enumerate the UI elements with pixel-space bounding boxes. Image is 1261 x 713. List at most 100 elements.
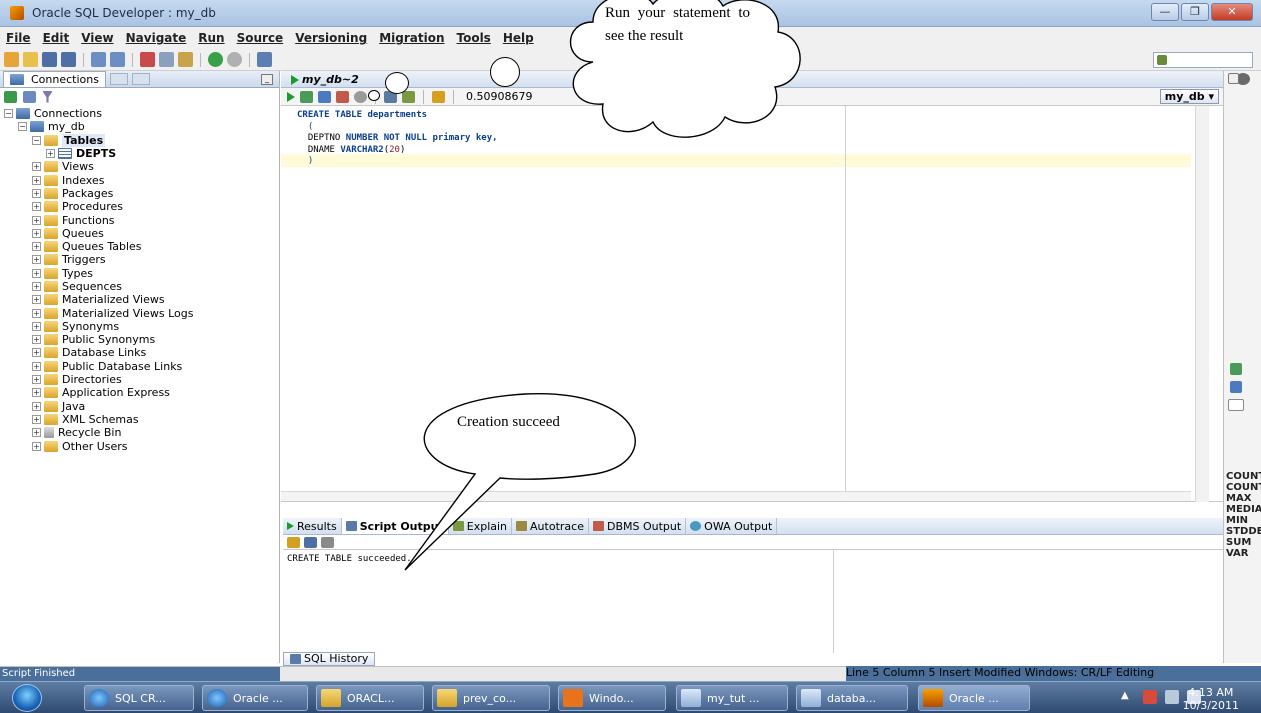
action-center-icon[interactable]: [1143, 690, 1157, 704]
menu-tools[interactable]: Tools: [456, 31, 490, 45]
taskbar-item[interactable]: databa...: [796, 685, 908, 711]
tab-connections[interactable]: Connections: [3, 71, 106, 87]
editor-vertical-scrollbar[interactable]: [1195, 106, 1209, 502]
forward-icon[interactable]: [227, 52, 242, 67]
category-dropdown-icon[interactable]: [1228, 399, 1244, 411]
tree-node[interactable]: − my_db: [0, 120, 279, 133]
editor-splitter[interactable]: [845, 106, 846, 502]
function-item[interactable]: MIN: [1226, 515, 1261, 526]
dock-menu-icon[interactable]: [1228, 73, 1239, 84]
tree-node[interactable]: + Types: [0, 267, 279, 280]
tree-node[interactable]: + Procedures: [0, 200, 279, 213]
expand-toggle-icon[interactable]: +: [32, 414, 41, 424]
taskbar-item-active[interactable]: Oracle ...: [918, 685, 1030, 711]
tab-worksheet[interactable]: my_db~2: [285, 72, 365, 87]
new-icon[interactable]: [4, 52, 19, 67]
expand-toggle-icon[interactable]: +: [32, 348, 41, 358]
tree-node[interactable]: + Packages: [0, 187, 279, 200]
tree-node[interactable]: + DEPTS: [0, 147, 279, 160]
tray-expand-icon[interactable]: ▲: [1121, 690, 1135, 704]
function-item[interactable]: MEDIAN: [1226, 504, 1261, 515]
expand-toggle-icon[interactable]: +: [32, 388, 41, 398]
undo-icon[interactable]: [91, 52, 106, 67]
expand-toggle-icon[interactable]: +: [32, 282, 41, 291]
paste-icon[interactable]: [178, 52, 193, 67]
rollback-icon[interactable]: [336, 90, 349, 103]
function-item[interactable]: VAR: [1226, 548, 1261, 559]
filter-icon[interactable]: [42, 90, 53, 103]
expand-toggle-icon[interactable]: +: [32, 428, 41, 438]
expand-toggle-icon[interactable]: +: [32, 268, 41, 278]
tree-node[interactable]: + Application Express: [0, 386, 279, 399]
menu-versioning[interactable]: Versioning: [295, 31, 367, 45]
expand-toggle-icon[interactable]: +: [32, 321, 41, 331]
back-icon[interactable]: [208, 52, 223, 67]
expand-toggle-icon[interactable]: −: [4, 109, 13, 119]
add-connection-icon[interactable]: [4, 90, 17, 103]
tree-node[interactable]: + Sequences: [0, 280, 279, 293]
taskbar-item[interactable]: my_tut ...: [676, 685, 788, 711]
tree-node[interactable]: + Other Users: [0, 439, 279, 453]
save-all-icon[interactable]: [61, 52, 76, 67]
clear-output-icon[interactable]: [287, 536, 300, 548]
tree-node[interactable]: + Java: [0, 400, 279, 413]
expand-toggle-icon[interactable]: +: [32, 295, 41, 305]
taskbar-item[interactable]: Windo...: [558, 685, 666, 711]
expand-toggle-icon[interactable]: +: [32, 375, 41, 385]
expand-toggle-icon[interactable]: −: [32, 135, 41, 145]
function-item[interactable]: COUNT: [1226, 482, 1261, 493]
expand-toggle-icon[interactable]: +: [32, 255, 41, 265]
refresh-icon[interactable]: [23, 90, 36, 103]
tree-node[interactable]: + Indexes: [0, 173, 279, 187]
function-item[interactable]: COUNT: [1226, 471, 1261, 482]
search-input[interactable]: [1153, 52, 1253, 68]
tab-sql-history[interactable]: SQL History: [283, 652, 376, 666]
run-statement-icon[interactable]: [287, 91, 295, 102]
commit-icon[interactable]: [318, 90, 331, 103]
expand-toggle-icon[interactable]: −: [18, 122, 27, 132]
tree-node[interactable]: + Materialized Views: [0, 293, 279, 306]
tree-node[interactable]: + Directories: [0, 373, 279, 386]
menu-view[interactable]: View: [81, 31, 113, 45]
taskbar-item[interactable]: ORACL...: [316, 685, 424, 711]
expand-toggle-icon[interactable]: +: [32, 335, 41, 345]
function-item[interactable]: STDDEV: [1226, 526, 1261, 537]
menu-help[interactable]: Help: [503, 31, 534, 45]
function-item[interactable]: MAX: [1226, 493, 1261, 504]
tree-node[interactable]: + Queues Tables: [0, 240, 279, 253]
taskbar-item[interactable]: Oracle ...: [202, 685, 308, 711]
menu-edit[interactable]: Edit: [43, 31, 70, 45]
expand-toggle-icon[interactable]: +: [32, 401, 41, 411]
tree-node[interactable]: + Database Links: [0, 346, 279, 359]
tab-reports-icon[interactable]: [109, 73, 128, 85]
menu-migration[interactable]: Migration: [379, 31, 444, 45]
sql-code[interactable]: CREATE TABLE departments ( DEPTNO NUMBER…: [297, 110, 498, 168]
tree-node[interactable]: + Synonyms: [0, 320, 279, 333]
tree-node[interactable]: + XML Schemas: [0, 413, 279, 426]
menu-file[interactable]: File: [6, 31, 31, 45]
tree-node[interactable]: + Recycle Bin: [0, 426, 279, 439]
save-icon[interactable]: [42, 52, 57, 67]
expand-toggle-icon[interactable]: +: [32, 361, 41, 371]
expand-toggle-icon[interactable]: +: [32, 188, 41, 198]
sql-worksheet-icon[interactable]: [257, 52, 272, 67]
tree-node[interactable]: + Queues: [0, 227, 279, 240]
autotrace-icon[interactable]: [402, 90, 415, 103]
tree-node[interactable]: + Functions: [0, 213, 279, 227]
expand-toggle-icon[interactable]: +: [32, 202, 41, 212]
tab-files-icon[interactable]: [131, 73, 150, 85]
menu-run[interactable]: Run: [198, 31, 224, 45]
redo-icon[interactable]: [110, 52, 125, 67]
expand-toggle-icon[interactable]: +: [32, 215, 41, 225]
close-icon[interactable]: ✕: [1211, 3, 1253, 21]
tab-results[interactable]: Results: [283, 518, 342, 534]
save-output-icon[interactable]: [304, 536, 317, 548]
tab-owa-output[interactable]: OWA Output: [686, 518, 778, 534]
expand-toggle-icon[interactable]: +: [32, 441, 41, 451]
restore-icon[interactable]: ❐: [1181, 3, 1209, 21]
taskbar-item[interactable]: prev_co...: [432, 685, 550, 711]
connection-select[interactable]: my_db ▾: [1159, 89, 1219, 104]
minimize-icon[interactable]: —: [1151, 3, 1179, 21]
open-icon[interactable]: [23, 52, 38, 67]
clear-icon[interactable]: [432, 90, 445, 103]
